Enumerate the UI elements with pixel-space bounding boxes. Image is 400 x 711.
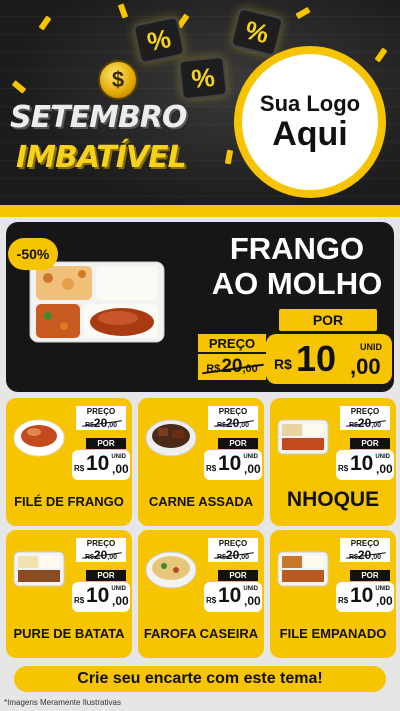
old-price-value: R$20,00 [340,548,390,562]
old-price-value: R$20,00 [208,416,258,430]
product-image [145,551,197,589]
product-card: PREÇOR$20,00 PORUNIDR$10,00 FAROFA CASEIRA [138,530,264,658]
percent-icon: % [132,15,186,65]
product-image [277,551,329,587]
unit-label: UNID [243,454,258,460]
old-price-value: R$20,00 [208,548,258,562]
por-label: POR [86,438,126,449]
product-card: PREÇOR$20,00 PORUNIDR$10,00 NHOQUE [270,398,396,526]
por-label: POR [86,570,126,581]
confetti [374,47,388,63]
new-price: UNID R$ 10,00 [336,450,394,480]
product-name: NHOQUE [286,488,380,511]
old-price-value: R$20,00 [76,548,126,562]
confetti [38,15,52,31]
product-image [13,551,65,587]
product-card: PREÇOR$20,00 PORUNIDR$10,00 FILE EMPANADO [270,530,396,658]
unit-label: UNID [360,342,382,352]
por-label: POR [350,438,390,449]
preco-label: PREÇO [208,406,258,416]
title-imbativel: IMBATÍVEL [16,140,187,175]
preco-label: PREÇO [340,538,390,548]
old-price: PREÇOR$20,00 [76,406,126,436]
confetti [11,80,27,94]
old-price: PREÇOR$20,00 [208,538,258,568]
por-label: POR [218,570,258,581]
product-card: PREÇOR$20,00 PORUNIDR$10,00 PURE DE BATATA [6,530,132,658]
unit-label: UNID [111,454,126,460]
preco-label: PREÇO [340,406,390,416]
product-name: CARNE ASSADA [148,494,254,509]
cta-button[interactable]: Crie seu encarte com este tema! [14,666,386,692]
new-price: UNID R$ 10 ,00 [266,334,392,384]
logo-placeholder: Sua Logo Aqui [234,46,386,198]
new-price: UNID R$ 10,00 [72,450,130,480]
preco-label: PREÇO [208,538,258,548]
new-price: UNID R$ 10,00 [336,582,394,612]
old-price: PREÇO R$ 20,00 [198,334,268,382]
unit-label: UNID [243,586,258,592]
product-name: PURE DE BATATA [13,626,125,641]
old-price: PREÇOR$20,00 [208,406,258,436]
preco-label: PREÇO [76,406,126,416]
featured-product-name: FRANGO AO MOLHO [211,231,383,301]
old-price: PREÇOR$20,00 [340,538,390,568]
promo-header: $ % % % SETEMBRO IMBATÍVEL Sua Logo Aqui [0,0,400,215]
product-name: FILE EMPANADO [279,626,387,641]
dollar-coin-icon: $ [98,60,138,100]
divider-strip [0,205,400,217]
new-price: UNID R$ 10,00 [204,582,262,612]
unit-label: UNID [111,586,126,592]
title-setembro: SETEMBRO [10,100,187,135]
confetti [295,6,311,20]
new-price: UNID R$ 10,00 [72,582,130,612]
product-card: PREÇOR$20,00 PORUNIDR$10,00 FILÉ DE FRANGO [6,398,132,526]
logo-text-line1: Sua Logo [259,91,361,117]
logo-text-line2: Aqui [272,115,348,154]
discount-badge: -50% [8,238,58,270]
por-label: POR [279,309,377,331]
percent-icon: % [229,7,285,57]
old-price: PREÇOR$20,00 [340,406,390,436]
product-name: FAROFA CASEIRA [143,626,259,641]
old-price-value: R$20,00 [340,416,390,430]
old-price-value: R$20,00 [76,416,126,430]
old-price: PREÇOR$20,00 [76,538,126,568]
disclaimer: *Imagens Meramente Ilustrativas [4,698,121,707]
preco-label: PREÇO [76,538,126,548]
product-image [277,419,329,455]
product-card: PREÇOR$20,00 PORUNIDR$10,00 CARNE ASSADA [138,398,264,526]
old-price-value: R$20,00 [198,354,266,380]
food-tray-image [29,261,165,343]
por-label: POR [218,438,258,449]
percent-icon: % [178,55,228,101]
new-price: UNID R$ 10,00 [204,450,262,480]
product-image [13,419,65,457]
unit-label: UNID [375,454,390,460]
preco-label: PREÇO [198,334,266,352]
product-name: FILÉ DE FRANGO [14,494,124,509]
por-label: POR [350,570,390,581]
confetti [224,149,234,165]
product-image [145,419,197,457]
unit-label: UNID [375,586,390,592]
confetti [117,3,129,19]
